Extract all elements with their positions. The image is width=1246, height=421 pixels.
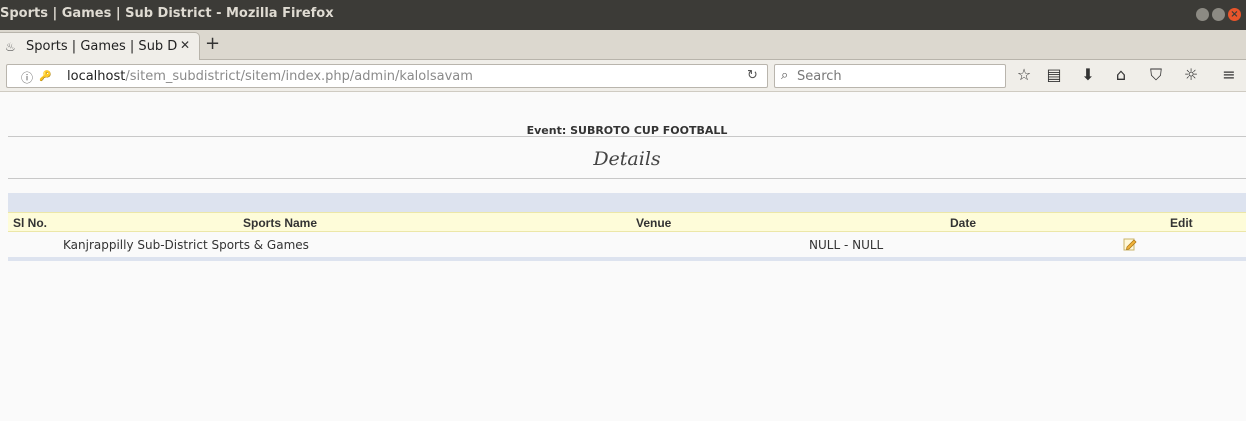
download-icon[interactable]: ⬇: [1077, 65, 1099, 84]
bookmark-star-icon[interactable]: ☆: [1013, 65, 1035, 84]
column-header-date: Date: [950, 216, 977, 230]
edit-pencil-icon[interactable]: [1123, 237, 1137, 251]
reload-icon[interactable]: ↻: [747, 68, 758, 83]
menu-icon[interactable]: ≡: [1218, 65, 1240, 84]
library-icon[interactable]: ▤: [1043, 65, 1065, 84]
table-header: Sl No. Sports Name Venue Date Edit: [8, 212, 1246, 232]
page-content: Event: SUBROTO CUP FOOTBALL Details Sl N…: [8, 92, 1246, 421]
cell-date: NULL - NULL: [809, 238, 884, 252]
column-header-sports-name: Sports Name: [243, 216, 318, 230]
key-icon[interactable]: 🔑: [39, 71, 51, 82]
url-bar[interactable]: ⓘ 🔑 localhost/sitem_subdistrict/sitem/in…: [6, 64, 768, 88]
info-icon[interactable]: ⓘ: [21, 69, 33, 86]
url-host: localhost: [67, 69, 126, 84]
tab-close-icon[interactable]: ✕: [180, 38, 190, 52]
divider: [8, 178, 1246, 179]
close-window-button[interactable]: ×: [1228, 8, 1241, 21]
minimize-button[interactable]: [1196, 8, 1209, 21]
url-path: /sitem_subdistrict/sitem/index.php/admin…: [125, 69, 473, 84]
search-input[interactable]: [797, 67, 997, 85]
cell-sports-name: Kanjrappilly Sub-District Sports & Games: [63, 238, 309, 252]
divider: [8, 136, 1246, 137]
column-header-sl-no: Sl No.: [13, 216, 48, 230]
tab-strip: ♨ Sports | Games | Sub Di ✕: [0, 30, 1246, 60]
browser-tab[interactable]: ♨ Sports | Games | Sub Di ✕: [0, 32, 200, 60]
url-text[interactable]: localhost/sitem_subdistrict/sitem/index.…: [67, 69, 473, 84]
maximize-button[interactable]: [1212, 8, 1225, 21]
table-row: Kanjrappilly Sub-District Sports & Games…: [8, 234, 1246, 256]
column-header-edit: Edit: [1170, 216, 1193, 230]
column-header-venue: Venue: [636, 216, 672, 230]
search-bar[interactable]: ⌕: [774, 64, 1006, 88]
window-title-bar: Sports | Games | Sub District - Mozilla …: [0, 0, 1246, 30]
section-title: Details: [593, 148, 661, 170]
favicon-icon: ♨: [5, 40, 16, 54]
home-icon[interactable]: ⌂: [1110, 65, 1132, 84]
pocket-icon[interactable]: ⛉: [1145, 65, 1167, 85]
table-bottom-bar: [8, 257, 1246, 261]
tab-label: Sports | Games | Sub Di: [26, 39, 178, 54]
new-tab-button[interactable]: +: [205, 33, 220, 54]
window-title: Sports | Games | Sub District - Mozilla …: [0, 6, 334, 21]
table-top-bar: [8, 193, 1246, 212]
search-icon: ⌕: [781, 68, 789, 83]
addon-icon[interactable]: ☼: [1180, 65, 1202, 84]
